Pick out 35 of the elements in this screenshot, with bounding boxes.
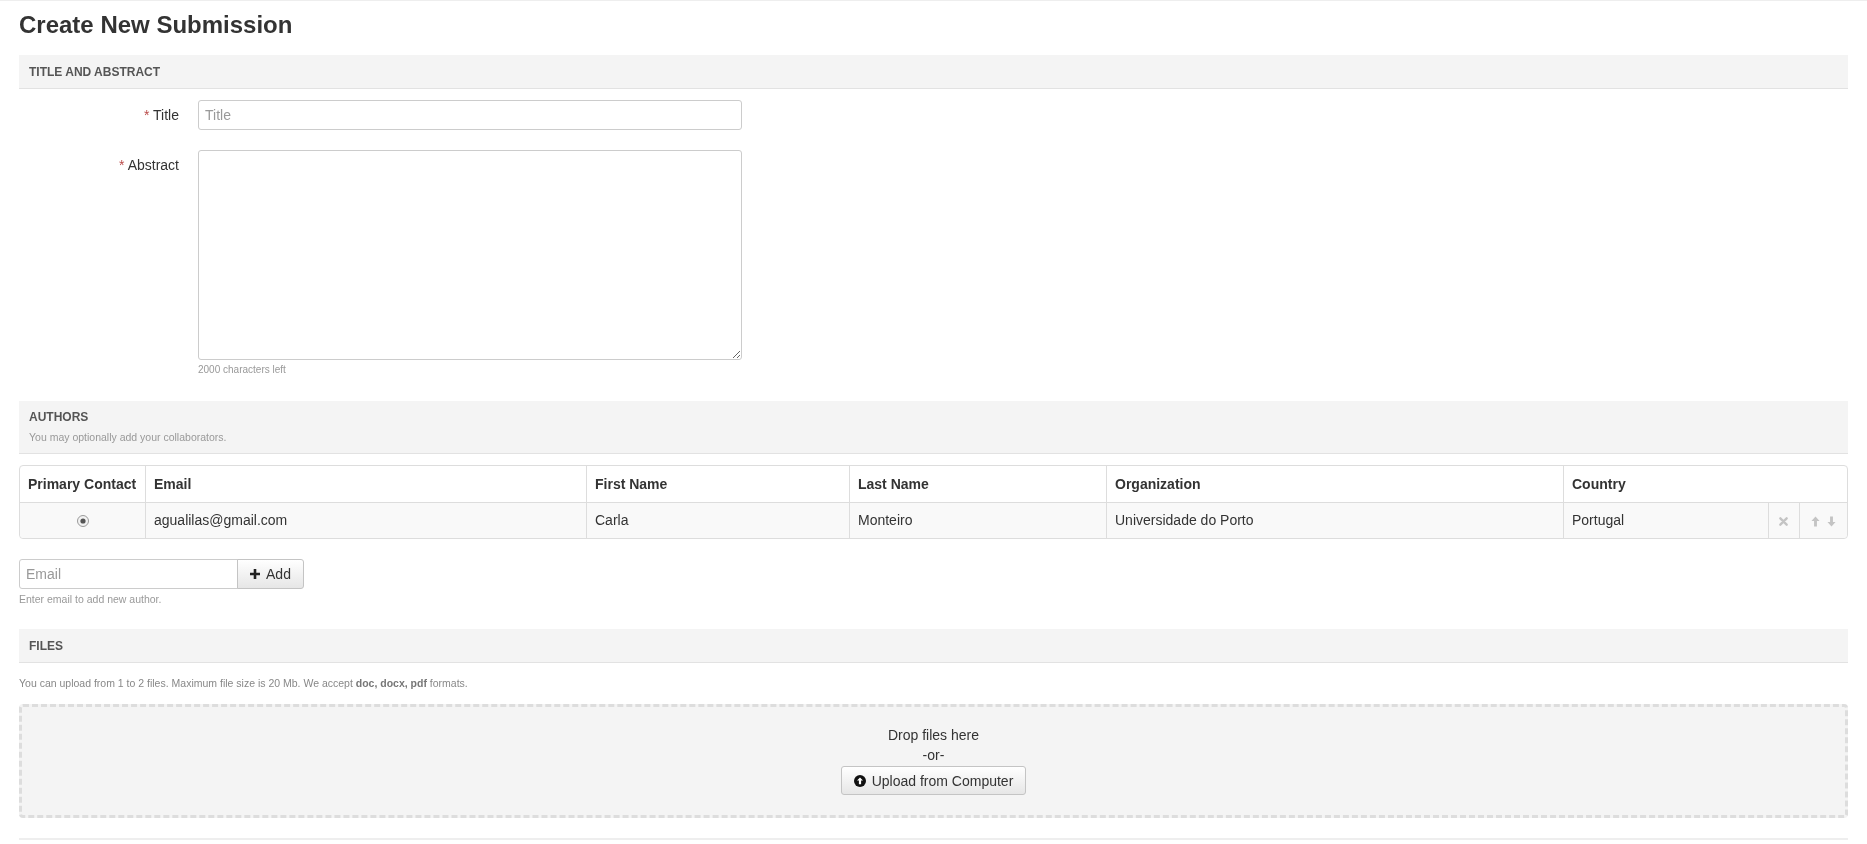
section-subtitle: You may optionally add your collaborators.	[29, 430, 227, 444]
table-cell: Monteiro	[849, 502, 1106, 538]
radio-button[interactable]	[76, 515, 89, 528]
column-header: Email	[145, 466, 586, 502]
section-title: FILES	[29, 637, 63, 654]
separator-text: -or-	[922, 746, 945, 765]
plus-icon	[250, 569, 261, 579]
table-cell: Universidade do Porto	[1106, 502, 1563, 538]
upload-icon	[853, 774, 866, 787]
drop-text: Drop files here	[887, 726, 979, 745]
field-label: * Abstract	[119, 157, 179, 173]
table-cell: agualilas@gmail.com	[145, 502, 586, 538]
files-note: You can upload from 1 to 2 files. Maximum file size is 20 Mb. We accept doc, docx, pdf formats.	[19, 676, 469, 690]
table-cell: Portugal	[1563, 502, 1768, 538]
add-button[interactable]: Add	[237, 559, 304, 589]
column-header: Last Name	[849, 466, 1106, 502]
arrow-down-icon[interactable]	[1827, 515, 1836, 527]
arrow-up-icon[interactable]	[1811, 515, 1820, 527]
field-label: * Title	[143, 107, 179, 123]
helper-text: Enter email to add new author.	[19, 592, 163, 606]
column-header: First Name	[586, 466, 849, 502]
drop-zone[interactable]: Drop files here -or- Upload from Computer	[19, 704, 1848, 818]
email-field[interactable]: Email	[19, 559, 238, 589]
column-header: Country	[1563, 466, 1847, 502]
character-counter: 2000 characters left	[198, 363, 287, 377]
table-cell: Carla	[586, 502, 849, 538]
column-header: Organization	[1106, 466, 1563, 502]
page-title: Create New Submission	[19, 10, 294, 39]
input-field[interactable]: Title	[198, 100, 742, 130]
section-title: AUTHORS	[29, 409, 89, 425]
upload-button[interactable]: Upload from Computer	[841, 766, 1026, 795]
column-header: Primary Contact	[27, 475, 138, 494]
textarea-field[interactable]	[198, 150, 742, 360]
section-title: TITLE AND ABSTRACT	[29, 63, 161, 80]
cross-icon[interactable]	[1779, 516, 1789, 526]
